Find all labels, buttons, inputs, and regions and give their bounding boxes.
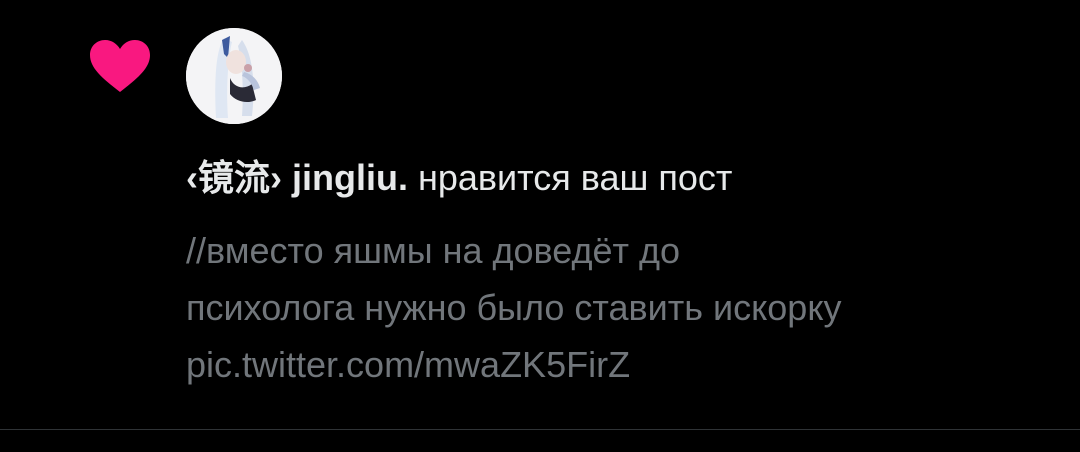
post-text-line: //вместо яшмы на доведёт до	[186, 230, 681, 271]
avatar[interactable]	[186, 28, 282, 124]
post-text-line: психолога нужно было ставить искорку	[186, 287, 842, 328]
heart-icon	[88, 38, 152, 94]
liked-post-text[interactable]: //вместо яшмы на доведёт до психолога ну…	[186, 222, 1056, 393]
divider	[0, 429, 1080, 430]
like-notification[interactable]: ‹镜流› jingliu. нравится ваш пост //вместо…	[0, 0, 1080, 430]
user-display-name[interactable]: ‹镜流› jingliu.	[186, 157, 408, 198]
post-link[interactable]: pic.twitter.com/mwaZK5FirZ	[186, 336, 1056, 393]
notification-headline: ‹镜流› jingliu. нравится ваш пост	[186, 154, 732, 202]
like-action-text: нравится ваш пост	[417, 157, 733, 198]
